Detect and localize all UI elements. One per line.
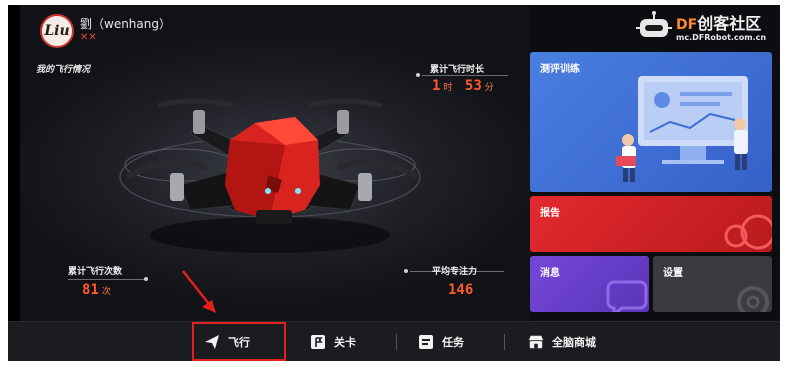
user-name: 劉（wenhang） <box>80 17 171 31</box>
focus-value: 146 <box>448 282 474 298</box>
report-decoration <box>724 214 772 250</box>
count-unit: 次 <box>101 287 111 297</box>
training-illustration <box>616 76 748 182</box>
flight-time-label: 累计飞行时长 <box>430 65 485 75</box>
nav-levels-label: 关卡 <box>334 336 356 349</box>
chat-bubble-icon <box>606 280 648 312</box>
flight-count-dot <box>144 277 148 281</box>
training-card[interactable]: 测评训练 <box>530 52 772 192</box>
flight-count-line <box>68 279 144 280</box>
settings-card[interactable]: 设置 <box>653 256 772 312</box>
watermark-text: 创客社区 <box>697 14 762 33</box>
hours-unit: 时 <box>443 83 453 93</box>
bottom-nav: 飞行 关卡 任务 全脑商城 <box>8 321 780 361</box>
nav-mall-label: 全脑商城 <box>552 336 596 349</box>
flight-time-minutes: 53 <box>464 78 482 94</box>
nav-tasks[interactable]: 任务 <box>418 322 464 362</box>
flight-time-dot <box>416 73 420 77</box>
device-bezel <box>8 5 20 361</box>
flag-icon <box>310 334 326 350</box>
flight-count-label: 累计飞行次数 <box>68 267 123 277</box>
flight-count: 81 <box>82 282 99 298</box>
robot-logo-icon <box>636 11 672 37</box>
focus-label: 平均专注力 <box>432 267 478 277</box>
gear-icon <box>737 286 769 312</box>
user-rank: ✕✕ <box>80 32 97 43</box>
nav-tasks-label: 任务 <box>442 336 464 349</box>
nav-mall[interactable]: 全脑商城 <box>528 322 596 362</box>
focus-dot <box>404 269 408 273</box>
shop-icon <box>528 334 544 350</box>
watermark-url: mc.DFRobot.com.cn <box>676 33 767 42</box>
app-frame: Liu 劉（wenhang） ✕✕ 我的飞行情况 累计飞行时长 1时 53 分 累… <box>0 0 786 367</box>
section-title: 我的飞行情况 <box>36 65 91 75</box>
avatar[interactable]: Liu <box>40 14 74 48</box>
nav-levels[interactable]: 关卡 <box>310 322 356 362</box>
task-list-icon <box>418 334 434 350</box>
flight-time-hours: 1 <box>432 78 441 94</box>
watermark-prefix: DF <box>676 17 698 33</box>
report-card[interactable]: 报告 <box>530 196 772 252</box>
dfrobot-watermark: DF 创客社区 mc.DFRobot.com.cn <box>634 10 766 42</box>
avatar-text: Liu <box>44 23 70 39</box>
flight-time-value: 1时 53 分 <box>432 78 494 94</box>
messages-card[interactable]: 消息 <box>530 256 649 312</box>
nav-separator <box>396 334 397 350</box>
annotation-highlight-box <box>192 322 286 361</box>
minutes-unit: 分 <box>484 83 494 93</box>
nav-separator <box>504 334 505 350</box>
flight-time-line <box>422 75 508 76</box>
flight-count-value: 81 次 <box>82 282 111 298</box>
